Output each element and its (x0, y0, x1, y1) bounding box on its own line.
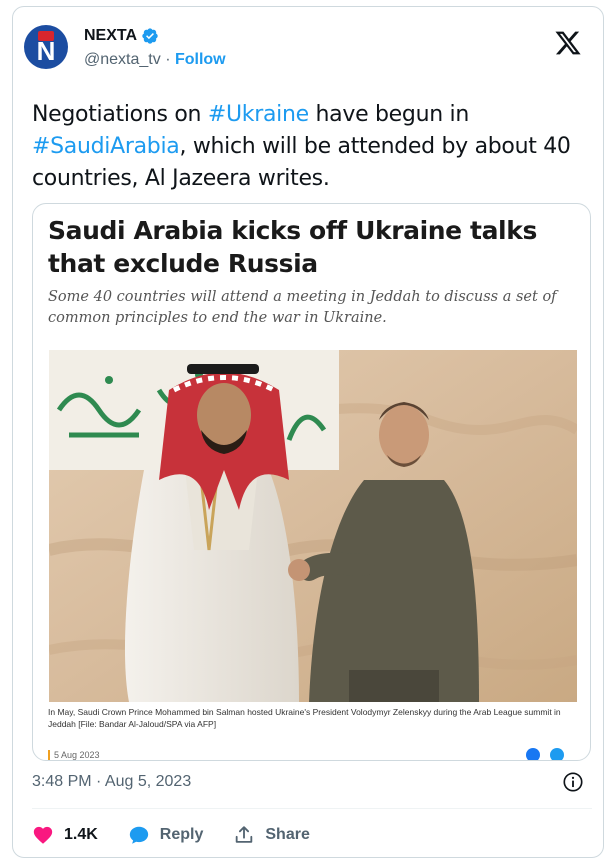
tweet-text-part: have begun in (308, 102, 470, 127)
facebook-icon (526, 748, 540, 760)
like-count: 1.4K (64, 826, 98, 843)
reply-button[interactable]: Reply (128, 824, 204, 846)
avatar[interactable]: N (24, 25, 68, 69)
verified-badge-icon (142, 28, 158, 44)
account-name[interactable]: NEXTA (84, 27, 137, 45)
divider (32, 808, 592, 809)
tweet-text-part: Negotiations on (32, 102, 208, 127)
reply-bubble-icon (129, 826, 148, 844)
photo-caption: In May, Saudi Crown Prince Mohammed bin … (48, 707, 561, 729)
handle-row: @nexta_tv · Follow (84, 51, 226, 69)
article-headline: Saudi Arabia kicks off Ukraine talks tha… (48, 216, 537, 278)
twitter-icon (550, 748, 564, 760)
share-button[interactable]: Share (233, 824, 310, 846)
article-subhead: Some 40 countries will attend a meeting … (48, 289, 557, 326)
account-handle[interactable]: @nexta_tv (84, 51, 161, 68)
tweet-text: Negotiations on #Ukraine have begun in #… (32, 99, 592, 195)
info-icon[interactable] (562, 771, 584, 793)
share-label: Share (265, 826, 310, 843)
follow-button[interactable]: Follow (175, 51, 226, 68)
tweet-header: N NEXTA @nexta_tv · Follow (24, 21, 592, 81)
action-bar: 1.4K Reply Share (32, 822, 340, 848)
hashtag-saudiarabia[interactable]: #SaudiArabia (32, 134, 180, 159)
name-row: NEXTA (84, 27, 159, 45)
avatar-letter: N (36, 36, 56, 66)
article-photo (49, 350, 577, 702)
like-button[interactable]: 1.4K (32, 824, 98, 846)
photo-illustration (49, 350, 577, 702)
attached-image[interactable]: Saudi Arabia kicks off Ukraine talks tha… (32, 203, 591, 761)
reply-label: Reply (159, 826, 204, 843)
share-icon (236, 826, 253, 843)
x-logo-icon[interactable] (554, 29, 582, 57)
hashtag-ukraine[interactable]: #Ukraine (208, 102, 309, 127)
article-date: 5 Aug 2023 (48, 750, 100, 760)
heart-icon (33, 826, 53, 844)
tweet-timestamp[interactable]: 3:48 PM · Aug 5, 2023 (32, 773, 191, 791)
separator-dot: · (165, 51, 171, 68)
article-share-icons (526, 748, 564, 760)
